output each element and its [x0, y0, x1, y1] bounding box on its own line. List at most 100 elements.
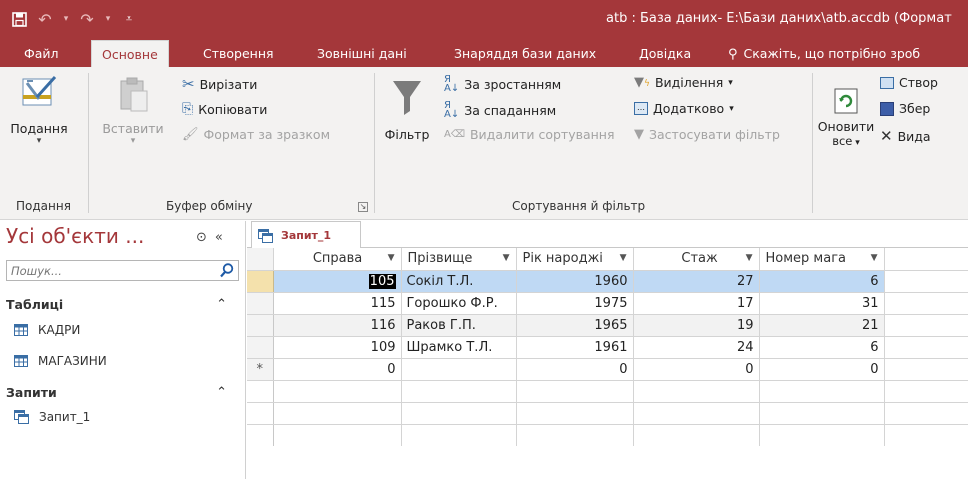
filter-button[interactable]: Фільтр	[382, 71, 432, 142]
save-icon[interactable]	[10, 10, 28, 28]
column-header-label: Номер мага	[765, 251, 847, 267]
record-selector[interactable]	[247, 336, 274, 359]
nav-item-mahazyny[interactable]: МАГАЗИНИ	[14, 354, 107, 368]
undo-dropdown-icon[interactable]: ▾	[62, 10, 70, 28]
remove-sort-button[interactable]: А⌫ Видалити сортування	[444, 127, 615, 142]
table-cell[interactable]: 0	[273, 358, 402, 381]
table-cell[interactable]: 0	[633, 358, 760, 381]
nav-item-kadry[interactable]: КАДРИ	[14, 323, 80, 337]
view-button[interactable]: Подання ▾	[10, 71, 68, 146]
advanced-button[interactable]: … Додатково ▾	[634, 101, 734, 116]
table-cell[interactable]: Раков Г.П.	[401, 314, 517, 337]
refresh-label-row: все ▾	[832, 134, 860, 148]
table-cell[interactable]: Шрамко Т.Л.	[401, 336, 517, 359]
table-cell[interactable]: 21	[759, 314, 885, 337]
nav-section-label: Таблиці	[6, 297, 64, 312]
column-header[interactable]: Прізвище ▼	[401, 248, 517, 271]
document-tab-query-1[interactable]: Запит_1	[251, 221, 361, 249]
save-record-button[interactable]: Збер	[880, 101, 930, 116]
table-cell[interactable]: 0	[759, 358, 885, 381]
customize-qat-icon[interactable]: ⩡	[120, 10, 138, 28]
column-header[interactable]: Рік народжі ▼	[516, 248, 634, 271]
tab-home[interactable]: Основне	[91, 40, 169, 67]
sort-descending-button[interactable]: Я А↓ За спаданням	[444, 101, 556, 120]
sort-ascending-button[interactable]: Я А↓ За зростанням	[444, 75, 562, 94]
nav-section-queries[interactable]: Запити ⌃	[6, 385, 239, 400]
clipboard-launcher-icon[interactable]: ↘	[358, 202, 368, 212]
table-cell[interactable]: 105	[273, 270, 402, 293]
table-cell[interactable]: 0	[516, 358, 634, 381]
nav-search-input[interactable]	[7, 261, 207, 280]
quick-access-toolbar: ↶ ▾ ↷ ▾ ⩡	[10, 10, 138, 29]
table-cell[interactable]: 24	[633, 336, 760, 359]
table-cell[interactable]: 19	[633, 314, 760, 337]
select-all-corner[interactable]	[247, 248, 274, 271]
nav-item-query-1[interactable]: Запит_1	[14, 410, 90, 424]
column-header[interactable]: Номер мага ▼	[759, 248, 885, 271]
table-cell[interactable]: 1975	[516, 292, 634, 315]
new-record-label: Створ	[899, 75, 938, 90]
table-cell[interactable]: 1961	[516, 336, 634, 359]
empty-row	[247, 424, 968, 446]
table-cell[interactable]: 31	[759, 292, 885, 315]
redo-icon[interactable]: ↷	[78, 10, 96, 29]
nav-menu-chevron-icon[interactable]: ⊙	[196, 230, 207, 245]
record-selector[interactable]	[247, 270, 274, 293]
column-dropdown-icon[interactable]: ▼	[503, 253, 510, 263]
table-cell[interactable]: 109	[273, 336, 402, 359]
sort-ascending-label: За зростанням	[464, 76, 562, 92]
table-cell[interactable]: 116	[273, 314, 402, 337]
tell-me-search[interactable]: ⚲ Скажіть, що потрібно зроб	[718, 40, 930, 67]
column-header[interactable]: Справа ▼	[273, 248, 402, 271]
table-row[interactable]: 109 Шрамко Т.Л. 1961 24 6	[247, 336, 968, 359]
tab-file[interactable]: Файл	[14, 40, 69, 67]
table-cell[interactable]: 1960	[516, 270, 634, 293]
column-dropdown-icon[interactable]: ▼	[620, 253, 627, 263]
redo-dropdown-icon[interactable]: ▾	[104, 10, 112, 28]
table-cell[interactable]: Горошко Ф.Р.	[401, 292, 517, 315]
tab-help[interactable]: Довідка	[629, 40, 701, 67]
column-dropdown-icon[interactable]: ▼	[871, 253, 878, 263]
copy-button[interactable]: ⎘ Копіювати	[182, 101, 267, 117]
paste-button[interactable]: Вставити ▾	[102, 71, 164, 146]
ribbon: Подання ▾ Подання Вставити ▾ ✂ Вирізати ⎘…	[0, 67, 968, 220]
new-record-row[interactable]: * 0 0 0 0	[247, 358, 968, 381]
nav-section-tables[interactable]: Таблиці ⌃	[6, 297, 239, 312]
table-cell[interactable]: 27	[633, 270, 760, 293]
table-cell[interactable]: 1965	[516, 314, 634, 337]
nav-pane-header[interactable]: Усі об'єкти ...	[6, 224, 144, 248]
toggle-filter-button[interactable]: ▼ Застосувати фільтр	[634, 127, 780, 142]
selection-button[interactable]: ▼ϟ Виділення ▾	[634, 75, 733, 90]
column-header[interactable]: Стаж ▼	[633, 248, 760, 271]
record-selector[interactable]	[247, 292, 274, 315]
table-row[interactable]: 105 Сокіл Т.Л. 1960 27 6	[247, 270, 968, 293]
table-row[interactable]: 116 Раков Г.П. 1965 19 21	[247, 314, 968, 337]
table-cell[interactable]	[401, 358, 517, 381]
search-icon[interactable]	[219, 262, 235, 278]
empty-header-cell	[884, 248, 968, 271]
table-cell[interactable]: 6	[759, 336, 885, 359]
new-record-marker[interactable]: *	[247, 358, 274, 381]
refresh-all-button[interactable]: Оновити все ▾	[818, 85, 874, 148]
new-record-button[interactable]: Створ	[880, 75, 938, 90]
lightbulb-icon: ⚲	[728, 47, 738, 62]
column-dropdown-icon[interactable]: ▼	[746, 253, 753, 263]
table-cell[interactable]: 6	[759, 270, 885, 293]
format-painter-button[interactable]: 🖌 Формат за зразком	[182, 127, 330, 142]
table-row[interactable]: 115 Горошко Ф.Р. 1975 17 31	[247, 292, 968, 315]
empty-cell	[884, 292, 968, 315]
record-selector[interactable]	[247, 314, 274, 337]
table-cell[interactable]: 17	[633, 292, 760, 315]
table-cell[interactable]: 115	[273, 292, 402, 315]
table-cell[interactable]: Сокіл Т.Л.	[401, 270, 517, 293]
delete-record-button[interactable]: ✕ Вида	[880, 127, 931, 145]
save-record-icon	[880, 101, 894, 116]
undo-icon[interactable]: ↶	[36, 10, 54, 29]
shutter-bar-close-icon[interactable]: «	[215, 230, 223, 245]
cut-button[interactable]: ✂ Вирізати	[182, 75, 257, 93]
tab-external-data[interactable]: Зовнішні дані	[307, 40, 417, 67]
tab-create[interactable]: Створення	[193, 40, 284, 67]
tab-database-tools[interactable]: Знаряддя бази даних	[444, 40, 606, 67]
column-dropdown-icon[interactable]: ▼	[388, 253, 395, 263]
divider	[812, 73, 813, 213]
